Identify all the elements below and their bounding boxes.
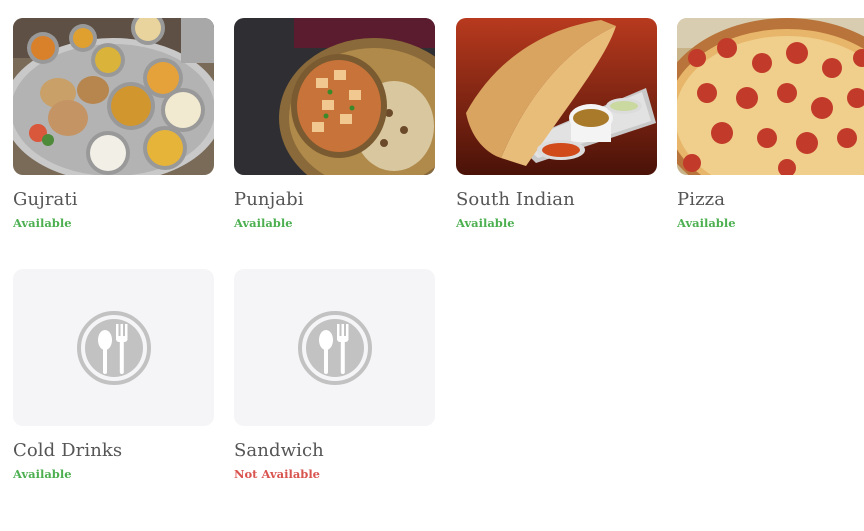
category-name: Gujrati — [13, 189, 78, 210]
pepperoni-pizza-image[interactable] — [677, 18, 864, 175]
category-card-gujrati[interactable]: Gujrati Available — [13, 18, 214, 230]
category-name: Pizza — [677, 189, 726, 210]
fork-spoon-icon — [297, 310, 372, 385]
gujarati-thali-image[interactable] — [13, 18, 214, 175]
fork-spoon-icon — [76, 310, 151, 385]
category-card-sandwich[interactable]: Sandwich Not Available — [234, 269, 435, 481]
category-status: Available — [13, 467, 72, 481]
category-status: Available — [13, 216, 72, 230]
category-status: Available — [677, 216, 736, 230]
category-name: Punjabi — [234, 189, 304, 210]
category-card-pizza[interactable]: Pizza Available — [677, 18, 864, 230]
category-card-cold-drinks[interactable]: Cold Drinks Available — [13, 269, 214, 481]
category-status: Available — [456, 216, 515, 230]
category-card-south-indian[interactable]: South Indian Available — [456, 18, 657, 230]
placeholder-image[interactable] — [234, 269, 435, 426]
masala-dosa-image[interactable] — [456, 18, 657, 175]
category-status: Not Available — [234, 467, 321, 481]
category-card-punjabi[interactable]: Punjabi Available — [234, 18, 435, 230]
category-name: Cold Drinks — [13, 440, 123, 461]
category-name: Sandwich — [234, 440, 324, 461]
paneer-curry-image[interactable] — [234, 18, 435, 175]
placeholder-image[interactable] — [13, 269, 214, 426]
category-name: South Indian — [456, 189, 575, 210]
category-status: Available — [234, 216, 293, 230]
